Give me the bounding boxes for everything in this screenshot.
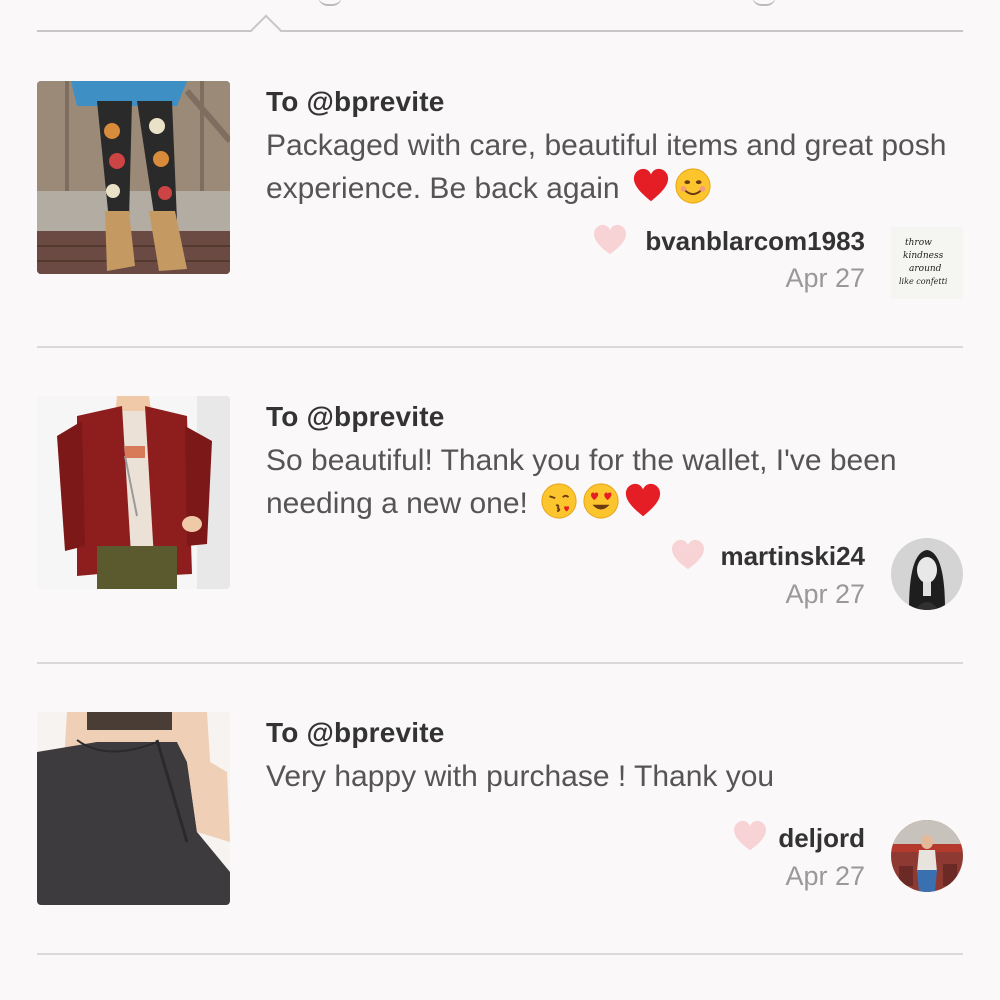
review-comment-text: Very happy with purchase ! Thank you — [266, 760, 775, 793]
heart-eyes-face-icon — [582, 482, 620, 520]
review-recipient: To @bprevite — [266, 717, 445, 748]
review-recipient: To @bprevite — [266, 401, 445, 432]
active-tab-pointer — [250, 14, 282, 46]
review-recipient: To @bprevite — [266, 86, 445, 117]
like-heart-icon[interactable] — [670, 539, 706, 571]
reviewer-username[interactable]: martinski24 — [720, 541, 865, 572]
review-date: Apr 27 — [785, 263, 865, 293]
tab-badge-fragment — [318, 0, 342, 6]
review-date: Apr 27 — [785, 579, 865, 609]
face-blowing-kiss-icon — [540, 482, 578, 520]
listing-thumbnail-cardigan[interactable] — [37, 396, 230, 589]
avatar[interactable] — [891, 538, 963, 610]
avatar[interactable]: throw kindness around like confetti — [891, 227, 963, 299]
like-heart-icon[interactable] — [592, 224, 628, 256]
review-comment: So beautiful! Thank you for the wallet, … — [266, 439, 956, 525]
red-heart-icon — [624, 482, 662, 520]
review-comment: Very happy with purchase ! Thank you — [266, 755, 956, 798]
review-divider — [37, 953, 963, 955]
avatar-text: throw — [905, 238, 932, 248]
red-heart-icon — [632, 167, 670, 205]
avatar-text: like confetti — [899, 277, 948, 286]
avatar[interactable] — [891, 820, 963, 892]
review-comment-text: Packaged with care, beautiful items and … — [266, 129, 947, 205]
review-date: Apr 27 — [785, 861, 865, 891]
listing-thumbnail-cold-shoulder-top[interactable] — [37, 712, 230, 905]
listing-thumbnail-leggings[interactable] — [37, 81, 230, 274]
avatar-text: around — [909, 264, 942, 274]
tab-underline — [37, 30, 963, 32]
avatar-text: kindness — [903, 251, 944, 261]
smiling-face-icon — [674, 167, 712, 205]
reviewer-username[interactable]: deljord — [778, 823, 865, 854]
reviewer-username[interactable]: bvanblarcom1983 — [645, 226, 865, 257]
review-divider — [37, 662, 963, 664]
tab-badge-fragment — [752, 0, 776, 6]
review-comment: Packaged with care, beautiful items and … — [266, 124, 956, 210]
like-heart-icon[interactable] — [732, 820, 768, 852]
review-divider — [37, 346, 963, 348]
